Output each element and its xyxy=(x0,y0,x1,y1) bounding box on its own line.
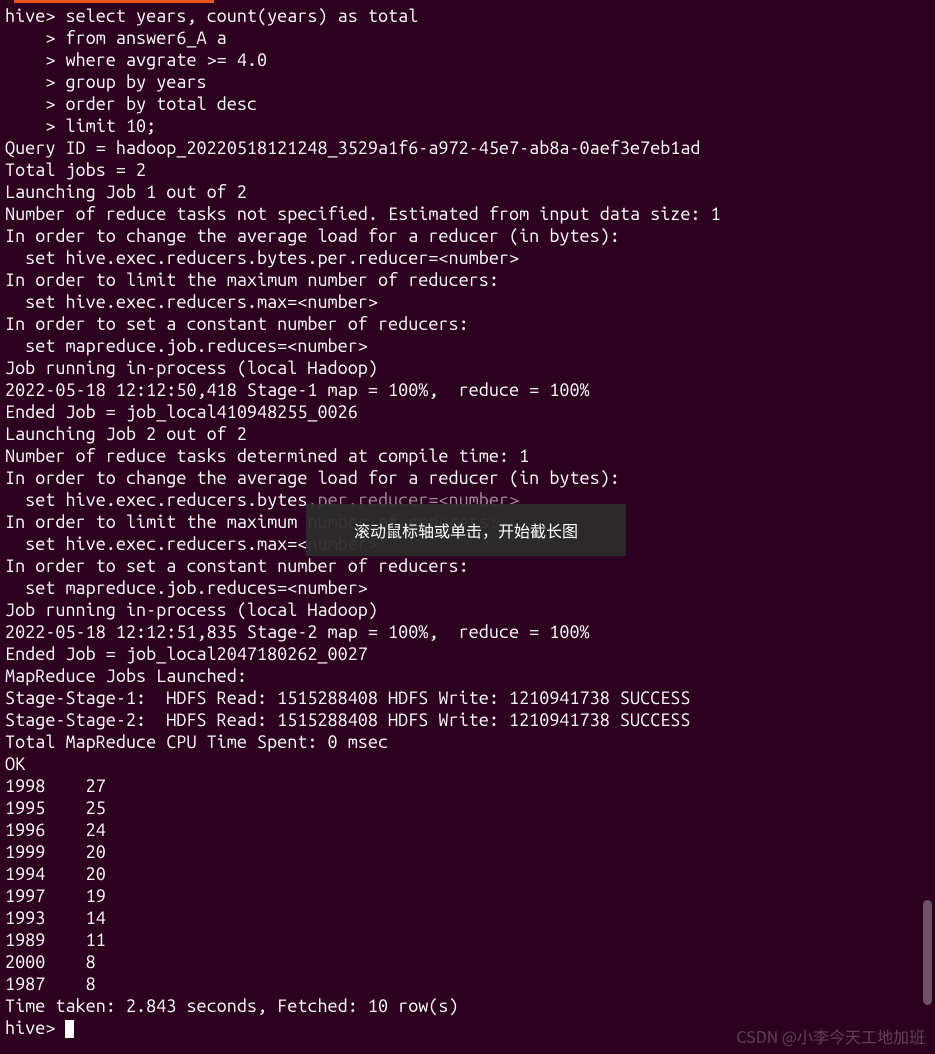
cursor[interactable] xyxy=(65,1020,74,1038)
prompt: hive> xyxy=(5,1018,65,1038)
cont-prompt: > xyxy=(5,116,65,136)
output-line: MapReduce Jobs Launched: xyxy=(5,666,257,686)
screenshot-tooltip: 滚动鼠标轴或单击，开始截长图 xyxy=(306,504,626,556)
result-row: 1995 25 xyxy=(5,798,106,818)
cont-prompt: > xyxy=(5,50,65,70)
output-line: Job running in-process (local Hadoop) xyxy=(5,358,378,378)
output-line: Total MapReduce CPU Time Spent: 0 msec xyxy=(5,732,388,752)
result-row: 1987 8 xyxy=(5,974,96,994)
cont-prompt: > xyxy=(5,72,65,92)
output-line: set hive.exec.reducers.bytes xyxy=(5,490,307,510)
result-row: 1993 14 xyxy=(5,908,106,928)
output-line: set hive.exec.reducers.max=< xyxy=(5,534,307,554)
result-row: 1997 19 xyxy=(5,886,106,906)
sql-line: limit 10; xyxy=(65,116,156,136)
tooltip-text: 滚动鼠标轴或单击，开始截长图 xyxy=(354,518,578,542)
sql-line: group by years xyxy=(65,72,206,92)
scrollbar-thumb[interactable] xyxy=(923,900,932,1005)
watermark: CSDN @小李今天工地加班 xyxy=(736,1024,925,1048)
output-line: Ended Job = job_local2047180262_0027 xyxy=(5,644,368,664)
result-row: 1998 27 xyxy=(5,776,106,796)
output-line: 2022-05-18 12:12:50,418 Stage-1 map = 10… xyxy=(5,380,590,400)
cont-prompt: > xyxy=(5,28,65,48)
output-line: Number of reduce tasks not specified. Es… xyxy=(5,204,721,224)
result-row: 1996 24 xyxy=(5,820,106,840)
sql-line: where avgrate >= 4.0 xyxy=(65,50,267,70)
window-accent xyxy=(14,0,214,3)
output-line: Job running in-process (local Hadoop) xyxy=(5,600,378,620)
output-line: Number of reduce tasks determined at com… xyxy=(5,446,529,466)
sql-line: order by total desc xyxy=(65,94,257,114)
output-line: set hive.exec.reducers.max=<number> xyxy=(5,292,378,312)
output-line: 2022-05-18 12:12:51,835 Stage-2 map = 10… xyxy=(5,622,590,642)
output-line: Stage-Stage-2: HDFS Read: 1515288408 HDF… xyxy=(5,710,690,730)
output-line: Launching Job 1 out of 2 xyxy=(5,182,247,202)
result-row: 2000 8 xyxy=(5,952,96,972)
prompt: hive> xyxy=(5,6,65,26)
output-line: set mapreduce.job.reduces=<number> xyxy=(5,336,368,356)
output-line: Ended Job = job_local410948255_0026 xyxy=(5,402,358,422)
output-line: In order to set a constant number of red… xyxy=(5,556,469,576)
output-line: In order to limit the maximum number of … xyxy=(5,270,499,290)
sql-line: from answer6_A a xyxy=(65,28,226,48)
output-line: set mapreduce.job.reduces=<number> xyxy=(5,578,368,598)
output-line: Launching Job 2 out of 2 xyxy=(5,424,247,444)
sql-line: select years, count(years) as total xyxy=(65,6,418,26)
output-line: Total jobs = 2 xyxy=(5,160,146,180)
output-line: Stage-Stage-1: HDFS Read: 1515288408 HDF… xyxy=(5,688,690,708)
output-line: In order to limit the maximum xyxy=(5,512,307,532)
output-line: set hive.exec.reducers.bytes.per.reducer… xyxy=(5,248,519,268)
output-line: In order to set a constant number of red… xyxy=(5,314,469,334)
output-line: OK xyxy=(5,754,25,774)
scrollbar-track[interactable] xyxy=(923,0,932,1054)
result-row: 1999 20 xyxy=(5,842,106,862)
output-line: Query ID = hadoop_20220518121248_3529a1f… xyxy=(5,138,701,158)
output-line: In order to change the average load for … xyxy=(5,226,620,246)
output-line: In order to change the average load for … xyxy=(5,468,620,488)
result-row: 1994 20 xyxy=(5,864,106,884)
output-line: Time taken: 2.843 seconds, Fetched: 10 r… xyxy=(5,996,459,1016)
cont-prompt: > xyxy=(5,94,65,114)
result-row: 1989 11 xyxy=(5,930,106,950)
